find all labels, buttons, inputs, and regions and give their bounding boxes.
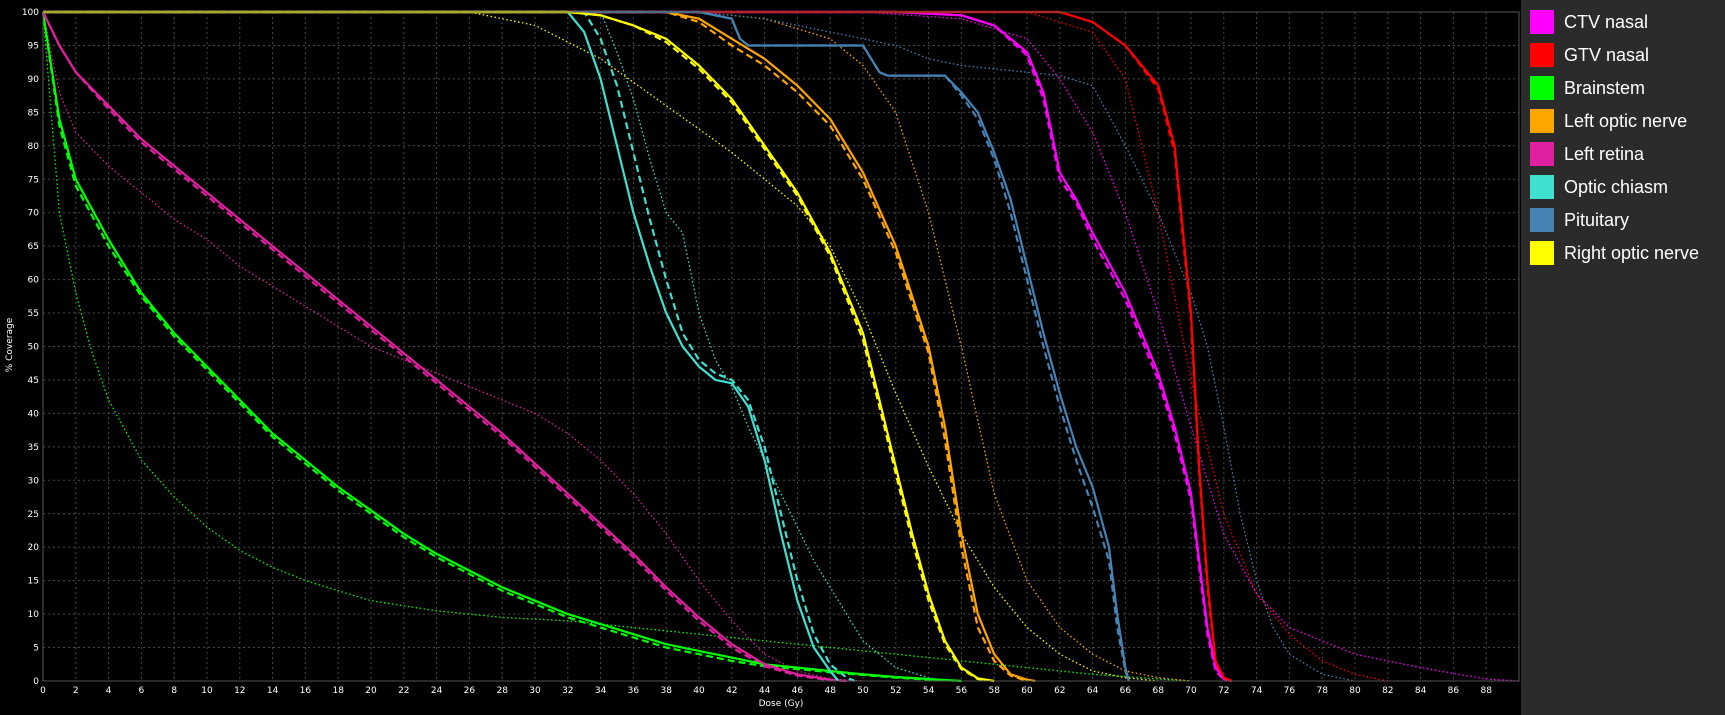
- y-tick-label: 20: [28, 543, 40, 553]
- x-tick-label: 4: [106, 686, 112, 696]
- y-tick-label: 50: [28, 343, 40, 353]
- legend-label: Right optic nerve: [1564, 242, 1700, 263]
- x-tick-label: 52: [890, 686, 901, 696]
- legend-swatch: [1530, 109, 1554, 133]
- x-tick-label: 34: [595, 686, 607, 696]
- x-tick-label: 50: [857, 686, 869, 696]
- legend-swatch: [1530, 241, 1554, 265]
- y-tick-label: 35: [28, 443, 39, 453]
- y-axis-label: % Coverage: [5, 317, 15, 372]
- y-tick-label: 75: [28, 175, 39, 185]
- x-tick-label: 46: [792, 686, 804, 696]
- y-tick-label: 45: [28, 376, 39, 386]
- x-tick-label: 44: [759, 686, 771, 696]
- y-tick-label: 60: [28, 276, 40, 286]
- legend-swatch: [1530, 10, 1554, 34]
- x-tick-label: 16: [300, 686, 312, 696]
- x-tick-label: 48: [824, 686, 836, 696]
- x-tick-label: 2: [73, 686, 79, 696]
- x-tick-label: 62: [1054, 686, 1065, 696]
- x-tick-label: 80: [1349, 686, 1361, 696]
- x-tick-label: 28: [496, 686, 508, 696]
- legend-item-optic-chiasm: Optic chiasm: [1530, 173, 1668, 201]
- x-tick-label: 22: [398, 686, 409, 696]
- y-tick-label: 0: [33, 677, 39, 687]
- legend-item-left-retina: Left retina: [1530, 140, 1644, 168]
- y-tick-label: 10: [28, 610, 40, 620]
- legend-item-ctv-nasal: CTV nasal: [1530, 8, 1648, 36]
- y-tick-label: 70: [28, 209, 40, 219]
- dvh-chart: 0510152025303540455055606570758085909510…: [0, 0, 1521, 715]
- x-tick-label: 68: [1152, 686, 1164, 696]
- x-tick-label: 20: [365, 686, 377, 696]
- x-tick-label: 18: [332, 686, 344, 696]
- y-tick-label: 65: [28, 242, 39, 252]
- x-tick-label: 14: [267, 686, 279, 696]
- legend-label: Brainstem: [1564, 77, 1646, 98]
- y-tick-label: 25: [28, 510, 39, 520]
- x-tick-label: 36: [628, 686, 640, 696]
- x-tick-label: 40: [693, 686, 705, 696]
- dvh-chart-frame: 0 5 10 15 20 25 30 35 40 45 50 55 60 65 70 75 80 85 90 95 10…: [0, 0, 1725, 715]
- plot-background: [0, 0, 1521, 715]
- legend-swatch: [1530, 76, 1554, 100]
- y-tick-label: 55: [28, 309, 39, 319]
- x-tick-label: 66: [1120, 686, 1132, 696]
- legend-label: CTV nasal: [1564, 11, 1649, 32]
- legend-label: Optic chiasm: [1564, 176, 1669, 197]
- y-tick-label: 80: [28, 142, 40, 152]
- y-tick-label: 95: [28, 41, 39, 51]
- y-tick-label: 40: [28, 409, 40, 419]
- legend-item-left-optic-nerve: Left optic nerve: [1530, 107, 1687, 135]
- x-tick-label: 12: [234, 686, 245, 696]
- legend-label: GTV nasal: [1564, 44, 1650, 65]
- legend-item-gtv-nasal: GTV nasal: [1530, 41, 1649, 69]
- legend-swatch: [1530, 142, 1554, 166]
- y-tick-label: 85: [28, 108, 39, 118]
- legend-swatch: [1530, 208, 1554, 232]
- x-tick-label: 30: [529, 686, 541, 696]
- y-tick-label: 5: [33, 644, 39, 654]
- y-tick-label: 100: [22, 8, 39, 18]
- x-tick-label: 0: [40, 686, 46, 696]
- x-tick-label: 26: [464, 686, 476, 696]
- x-tick-label: 88: [1480, 686, 1492, 696]
- x-tick-label: 54: [923, 686, 935, 696]
- x-tick-label: 60: [1021, 686, 1033, 696]
- x-tick-label: 32: [562, 686, 573, 696]
- x-tick-label: 38: [660, 686, 672, 696]
- x-tick-label: 86: [1448, 686, 1460, 696]
- legend-item-right-optic-nerve: Right optic nerve: [1530, 239, 1699, 267]
- x-tick-label: 64: [1087, 686, 1099, 696]
- legend: CTV nasal GTV nasal Brainstem Left optic ne…: [1521, 0, 1725, 715]
- x-tick-label: 72: [1218, 686, 1229, 696]
- x-tick-label: 76: [1284, 686, 1296, 696]
- x-tick-label: 84: [1415, 686, 1427, 696]
- x-tick-label: 58: [988, 686, 1000, 696]
- legend-swatch: [1530, 175, 1554, 199]
- x-tick-label: 8: [171, 686, 177, 696]
- legend-label: Left retina: [1564, 143, 1645, 164]
- x-tick-label: 74: [1251, 686, 1263, 696]
- x-tick-label: 42: [726, 686, 737, 696]
- x-tick-label: 10: [201, 686, 213, 696]
- legend-label: Left optic nerve: [1564, 110, 1688, 131]
- x-tick-label: 78: [1316, 686, 1328, 696]
- x-tick-label: 70: [1185, 686, 1197, 696]
- x-axis-label: Dose (Gy): [759, 699, 804, 709]
- x-tick-label: 82: [1382, 686, 1393, 696]
- legend-item-pituitary: Pituitary: [1530, 206, 1629, 234]
- legend-swatch: [1530, 43, 1554, 67]
- y-tick-label: 15: [28, 577, 39, 587]
- x-tick-label: 6: [139, 686, 145, 696]
- legend-label: Pituitary: [1564, 209, 1630, 230]
- y-tick-label: 30: [28, 476, 40, 486]
- x-tick-label: 24: [431, 686, 443, 696]
- legend-item-brainstem: Brainstem: [1530, 74, 1645, 102]
- x-tick-label: 56: [956, 686, 968, 696]
- y-tick-label: 90: [28, 75, 40, 85]
